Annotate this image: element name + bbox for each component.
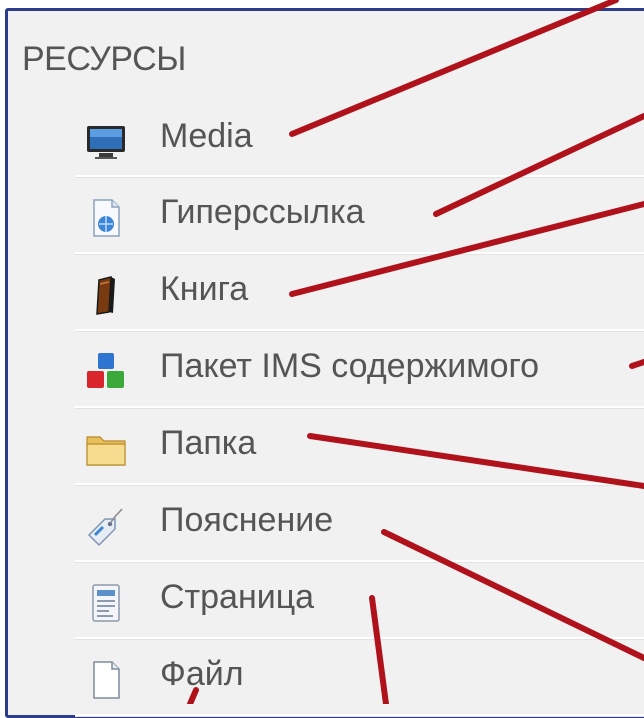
page-document-icon	[85, 582, 127, 624]
section-title: РЕСУРСЫ	[22, 40, 186, 78]
resource-list: Media Гиперссылка Книга Пакет IMS содерж…	[75, 100, 644, 716]
resource-item-media[interactable]: Media	[75, 100, 644, 177]
resource-label: Пояснение	[160, 501, 334, 539]
resource-item-url[interactable]: Гиперссылка	[75, 177, 644, 254]
ims-package-blocks-icon	[85, 351, 127, 393]
resource-item-page[interactable]: Страница	[75, 562, 644, 639]
tag-label-icon	[85, 505, 127, 547]
folder-icon	[85, 428, 127, 470]
resource-label: Пакет IMS содержимого	[160, 347, 540, 385]
resource-label: Папка	[160, 424, 257, 462]
resource-label: Гиперссылка	[160, 193, 365, 231]
resource-label: Страница	[160, 578, 315, 616]
url-document-icon	[85, 197, 127, 239]
file-icon	[85, 659, 127, 701]
resource-item-file[interactable]: Файл	[75, 639, 644, 716]
resource-item-ims-package[interactable]: Пакет IMS содержимого	[75, 331, 644, 408]
resource-item-label[interactable]: Пояснение	[75, 485, 644, 562]
resource-label: Файл	[160, 655, 244, 693]
resource-item-folder[interactable]: Папка	[75, 408, 644, 485]
resource-label: Книга	[160, 270, 249, 308]
book-icon	[85, 274, 127, 316]
monitor-icon	[85, 120, 127, 162]
resource-item-book[interactable]: Книга	[75, 254, 644, 331]
resource-label: Media	[160, 117, 253, 155]
